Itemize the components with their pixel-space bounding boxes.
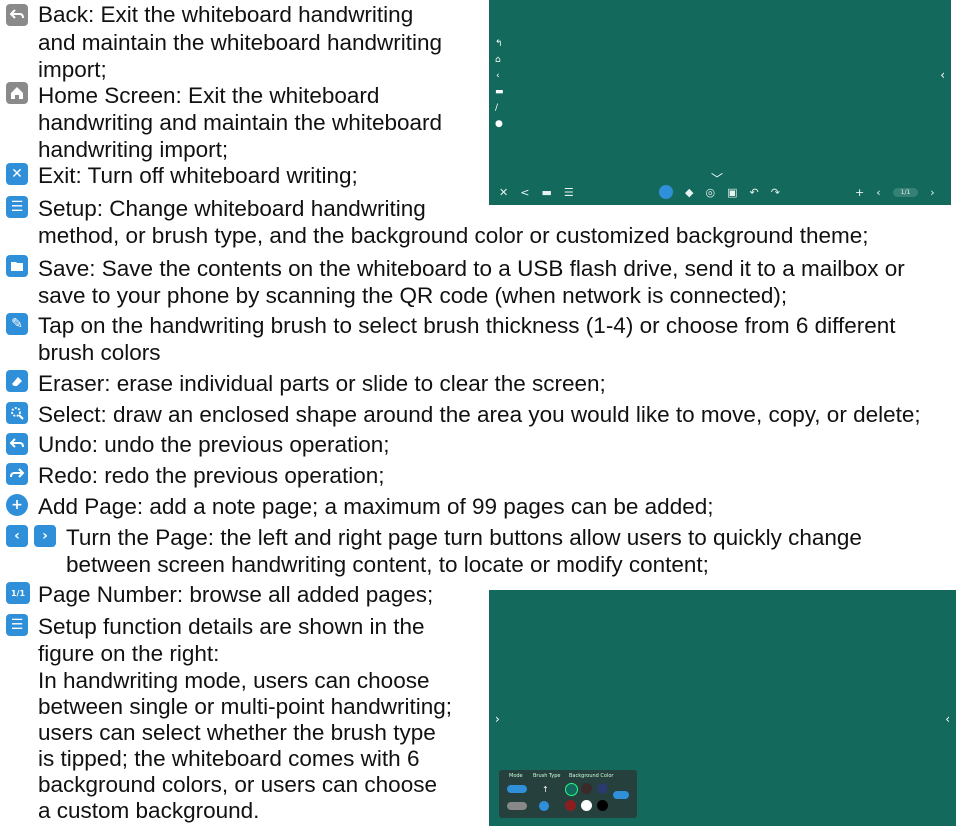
center-toolbar: ◆ ◎ ▣ ↶ ↷	[659, 185, 780, 199]
eraser-line-1: Eraser: erase individual parts or slide …	[38, 371, 606, 396]
brush-line-1: Tap on the handwriting brush to select b…	[38, 313, 896, 338]
exit-line-1: Exit: Turn off whiteboard writing;	[38, 163, 358, 188]
side-folder-icon: ▬	[495, 87, 504, 97]
page-number-icon: 1/1	[6, 582, 30, 604]
save-icon	[6, 255, 28, 277]
page-right-icon: ›	[34, 525, 56, 547]
bg-color-red	[565, 800, 576, 811]
select-line-1: Select: draw an enclosed shape around th…	[38, 402, 921, 427]
panel-brush-header: Brush Type	[533, 773, 561, 779]
home-icon	[6, 82, 28, 104]
bg-color-navy	[597, 783, 608, 794]
setup-detail-line-5: users can select whether the brush type	[38, 720, 436, 745]
turn-page-line-1: Turn the Page: the left and right page t…	[66, 525, 862, 550]
setup-detail-line-6: is tipped; the whiteboard comes with 6	[38, 746, 420, 771]
share-icon: <	[520, 186, 530, 199]
left-arrow-icon: ›	[495, 712, 500, 726]
next-page-icon: ›	[930, 186, 935, 199]
brush-icon: ✎	[6, 313, 28, 335]
page-number-line-1: Page Number: browse all added pages;	[38, 582, 434, 607]
home-line-1: Home Screen: Exit the whiteboard	[38, 83, 380, 108]
page-indicator: 1/1	[892, 188, 919, 197]
redo-line-1: Redo: redo the previous operation;	[38, 463, 385, 488]
turn-page-line-2: between screen handwriting content, to l…	[66, 552, 709, 577]
undo-line-1: Undo: undo the previous operation;	[38, 432, 390, 457]
add-page-tool-icon: +	[855, 186, 865, 199]
save-line-1: Save: Save the contents on the whiteboar…	[38, 256, 905, 281]
back-line-1: Back: Exit the whiteboard handwriting	[38, 2, 414, 27]
bg-color-white	[581, 800, 592, 811]
home-line-3: handwriting import;	[38, 137, 229, 162]
select-icon	[6, 402, 28, 424]
side-home-icon: ⌂	[495, 55, 501, 65]
back-line-3: import;	[38, 57, 107, 82]
setup-icon: ☰	[6, 196, 28, 218]
save-tool-icon: ▣	[727, 185, 738, 199]
right-toolbar: + ‹ 1/1 ›	[855, 186, 935, 199]
back-icon	[6, 4, 28, 26]
setup-line-2: method, or brush type, and the backgroun…	[38, 223, 869, 248]
whiteboard-screenshot-bottom: › ‹ Mode Brush Type Background Color ↑	[489, 590, 956, 826]
side-back-icon: ↰	[495, 39, 503, 49]
home-line-2: handwriting and maintain the whiteboard	[38, 110, 443, 135]
setup-detail-line-4: between single or multi-point handwritin…	[38, 694, 452, 719]
setup-line-1: Setup: Change whiteboard handwriting	[38, 196, 426, 221]
prev-page-icon: ‹	[876, 186, 881, 199]
back-line-2: and maintain the whiteboard handwriting	[38, 30, 443, 55]
setup-icon: ☰	[6, 614, 28, 636]
side-pen-icon: /	[495, 103, 499, 113]
page-right-arrow-icon: ‹	[940, 68, 945, 82]
side-eraser-icon: ●	[495, 119, 503, 129]
save-line-2: save to your phone by scanning the QR co…	[38, 283, 788, 308]
menu-icon: ☰	[563, 186, 574, 199]
folder-icon: ▬	[541, 186, 552, 199]
setup-panel: Mode Brush Type Background Color ↑	[499, 770, 637, 818]
redo-icon	[6, 463, 28, 485]
bg-color-black	[597, 800, 608, 811]
page-left-icon: ‹	[6, 525, 28, 547]
undo-tool-icon: ↶	[749, 185, 759, 199]
left-toolbar: ✕ < ▬ ☰	[499, 186, 574, 199]
setup-detail-line-3: In handwriting mode, users can choose	[38, 668, 430, 693]
eraser-icon	[6, 370, 28, 392]
eraser-tool-icon: ◆	[685, 185, 694, 199]
select-tool-icon: ◎	[705, 185, 716, 199]
pen-icon	[659, 185, 673, 199]
setup-detail-line-8: a custom background.	[38, 798, 260, 823]
setup-detail-line-2: figure on the right:	[38, 641, 220, 666]
multi-point-mode	[507, 802, 527, 810]
close-icon: ✕	[499, 186, 509, 199]
setup-detail-line-7: background colors, or users can choose	[38, 772, 437, 797]
undo-icon	[6, 433, 28, 455]
brush-tipped-icon	[539, 801, 549, 811]
side-collapse-icon: ‹	[496, 71, 500, 81]
redo-tool-icon: ↷	[770, 185, 780, 199]
add-page-line-1: Add Page: add a note page; a maximum of …	[38, 494, 714, 519]
setup-detail-line-1: Setup function details are shown in the	[38, 614, 425, 639]
exit-icon: ✕	[6, 163, 28, 185]
brush-line-2: brush colors	[38, 340, 161, 365]
panel-mode-header: Mode	[509, 773, 523, 779]
whiteboard-screenshot-top: ↰ ⌂ ‹ ▬ / ● ‹ ﹀ ✕ < ▬ ☰ ◆ ◎ ▣ ↶ ↷ + ‹ 1/…	[489, 0, 951, 205]
right-arrow-icon: ‹	[945, 712, 950, 726]
bg-color-green	[565, 783, 578, 796]
custom-bg-button	[613, 791, 629, 799]
single-point-mode	[507, 785, 527, 793]
brush-plain-icon: ↑	[542, 785, 549, 794]
add-page-icon: +	[6, 494, 28, 516]
panel-bg-header: Background Color	[569, 773, 614, 779]
bg-color-brown	[581, 783, 592, 794]
